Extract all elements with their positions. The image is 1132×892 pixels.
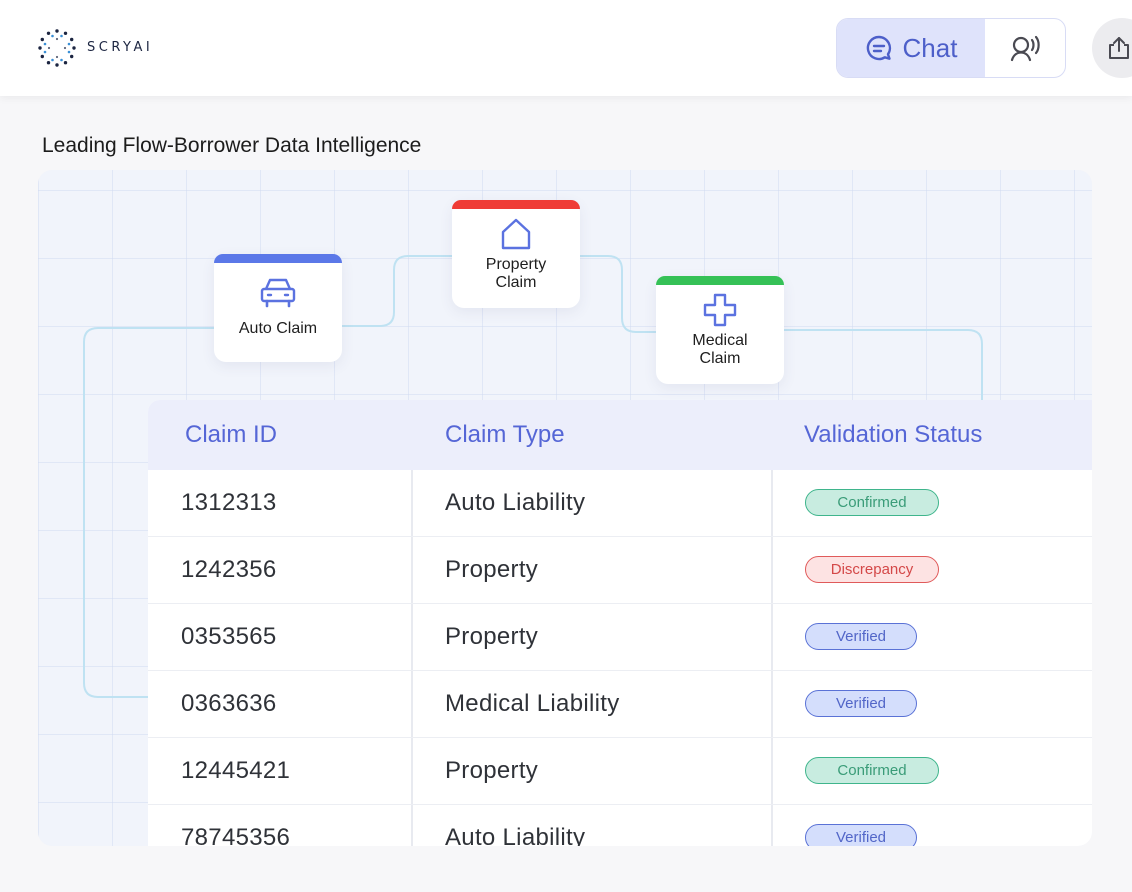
node-property-claim[interactable]: Property Claim (452, 200, 580, 308)
claim-id-cell: 1312313 (181, 489, 277, 516)
chat-button[interactable]: Chat (837, 19, 985, 77)
node-accent-bar (214, 254, 342, 263)
table-row[interactable]: 0353565 Property Verified (148, 604, 1092, 671)
house-icon (501, 218, 531, 250)
status-badge: Verified (805, 824, 917, 846)
claim-id-cell: 78745356 (181, 824, 291, 846)
claims-flow-canvas: Auto Claim Property Claim Medical Claim … (38, 170, 1092, 846)
node-label: Auto Claim (238, 320, 318, 337)
claim-type-cell: Medical Liability (445, 690, 620, 717)
table-row[interactable]: 0363636 Medical Liability Verified (148, 671, 1092, 738)
node-auto-claim[interactable]: Auto Claim (214, 254, 342, 362)
claim-type-cell: Auto Liability (445, 824, 586, 846)
status-badge: Verified (805, 690, 917, 717)
share-button[interactable] (1092, 18, 1132, 78)
status-badge: Verified (805, 623, 917, 650)
header-claim-id: Claim ID (185, 421, 278, 448)
scryai-logo[interactable]: SCRYAI (38, 29, 178, 67)
car-icon (260, 278, 296, 308)
claim-id-cell: 12445421 (181, 757, 291, 784)
status-badge: Discrepancy (805, 556, 939, 583)
node-accent-bar (656, 276, 784, 285)
header-validation-status: Validation Status (804, 421, 983, 448)
claim-type-cell: Property (445, 623, 539, 650)
claim-id-cell: 1242356 (181, 556, 277, 583)
claims-table: Claim ID Claim Type Validation Status 13… (148, 400, 1092, 846)
claim-id-cell: 0363636 (181, 690, 277, 717)
node-label: Property Claim (485, 256, 547, 291)
header-claim-type: Claim Type (445, 421, 565, 448)
node-accent-bar (452, 200, 580, 209)
brand-name: SCRYAI (87, 40, 154, 55)
node-label: Medical Claim (692, 332, 748, 367)
table-header: Claim ID Claim Type Validation Status (148, 400, 1092, 470)
claim-id-cell: 0353565 (181, 623, 277, 650)
chat-label: Chat (902, 32, 958, 63)
logo-mark-icon (38, 29, 76, 67)
status-badge: Confirmed (805, 489, 939, 516)
table-row[interactable]: 78745356 Auto Liability Verified (148, 805, 1092, 846)
top-header: SCRYAI Chat (0, 0, 1132, 96)
table-row[interactable]: 1242356 Property Discrepancy (148, 537, 1092, 604)
table-row[interactable]: 1312313 Auto Liability Confirmed (148, 470, 1092, 537)
node-medical-claim[interactable]: Medical Claim (656, 276, 784, 384)
voice-icon (1010, 35, 1040, 62)
claim-type-cell: Auto Liability (445, 489, 586, 516)
status-badge: Confirmed (805, 757, 939, 784)
table-row[interactable]: 12445421 Property Confirmed (148, 738, 1092, 805)
share-icon (1109, 37, 1129, 59)
claim-type-cell: Property (445, 556, 539, 583)
mode-toggle: Chat (836, 18, 1066, 78)
section-title: Leading Flow-Borrower Data Intelligence (42, 134, 422, 157)
claim-type-cell: Property (445, 757, 539, 784)
medical-cross-icon (703, 293, 737, 327)
chat-bubble-icon (866, 35, 891, 61)
voice-button[interactable] (985, 19, 1065, 77)
